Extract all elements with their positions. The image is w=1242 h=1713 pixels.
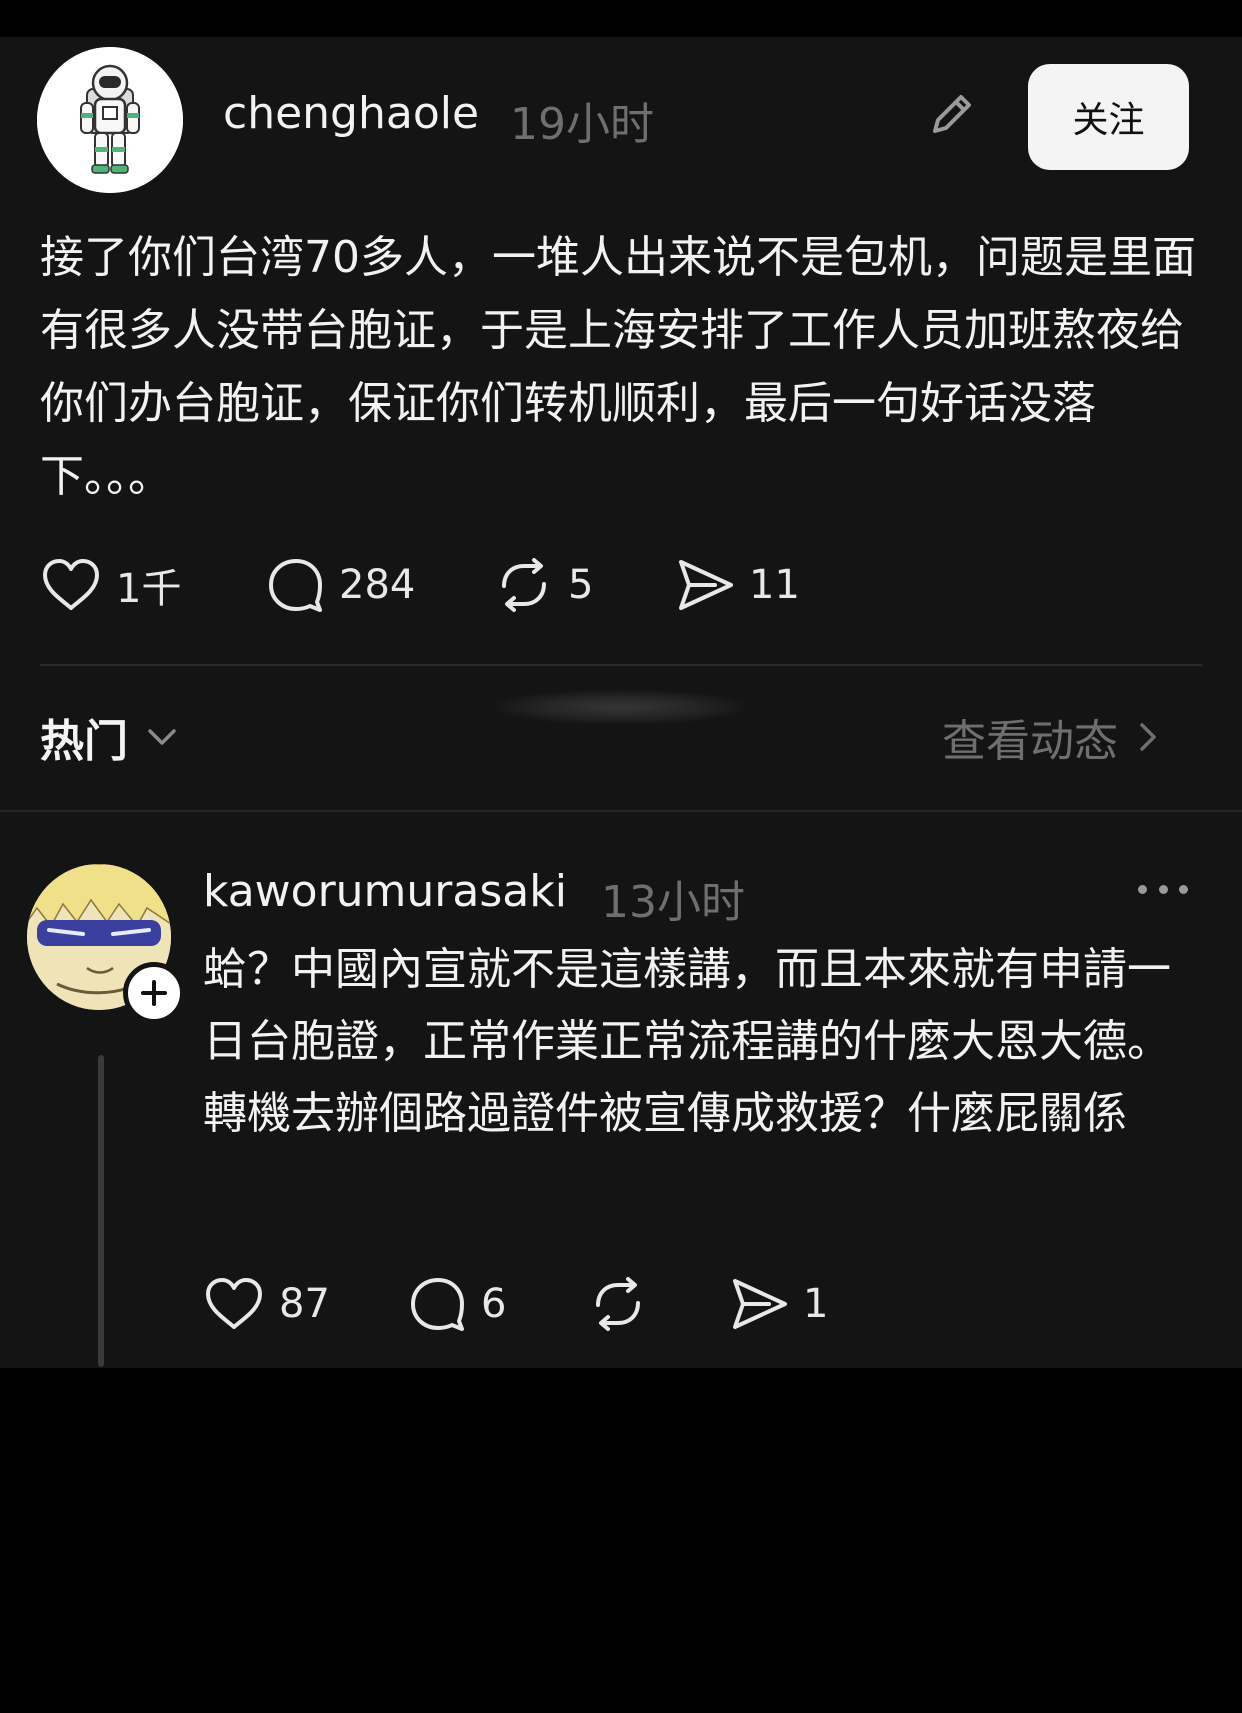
- reply-share-count: 1: [803, 1281, 829, 1327]
- sort-label: 热门: [40, 716, 128, 767]
- follow-button[interactable]: 关注: [1028, 64, 1189, 170]
- repost-arrows-icon: [502, 558, 546, 612]
- astronaut-avatar-icon: [37, 47, 183, 193]
- reply-comment-button[interactable]: 6: [407, 1274, 506, 1334]
- follow-plus-button[interactable]: [123, 962, 185, 1024]
- reply-body: 蛤？中國內宣就不是這樣講，而且本來就有申請一日台胞證，正常作業正常流程講的什麼大…: [203, 944, 1171, 1139]
- section-separator: [0, 810, 1242, 812]
- view-activity-link[interactable]: 查看动态: [942, 705, 1166, 769]
- like-count: 1千: [116, 566, 182, 612]
- author-avatar[interactable]: [37, 47, 183, 193]
- speech-bubble-icon: [411, 1278, 464, 1331]
- comment-button[interactable]: 284: [265, 555, 415, 615]
- share-count: 11: [749, 562, 800, 608]
- heart-icon: [206, 1278, 262, 1329]
- reply-username[interactable]: kaworumurasaki: [203, 866, 567, 917]
- edit-button[interactable]: [925, 87, 979, 141]
- heart-icon: [43, 559, 99, 610]
- reply-like-count: 87: [279, 1281, 330, 1327]
- repost-button[interactable]: 5: [494, 555, 593, 615]
- post-timestamp: 19小时: [510, 99, 654, 150]
- post-divider: [40, 664, 1202, 666]
- repost-arrows-icon: [596, 1277, 640, 1331]
- repost-count: 5: [568, 562, 594, 608]
- plus-icon: [141, 980, 167, 1006]
- share-button[interactable]: 11: [675, 555, 800, 615]
- sort-dropdown[interactable]: 热门: [40, 705, 182, 769]
- pencil-icon: [933, 95, 971, 133]
- view-activity-label: 查看动态: [942, 716, 1118, 767]
- send-icon: [679, 560, 733, 610]
- more-dots-icon: [1138, 884, 1188, 894]
- screen: chenghaole 19小时 关注 接了你们台湾70多人，一堆人出来说不是包机…: [0, 0, 1242, 1713]
- thread-line: [98, 1055, 104, 1367]
- send-icon: [733, 1279, 787, 1329]
- post-username[interactable]: chenghaole: [223, 88, 479, 139]
- reply-comment-count: 6: [481, 1281, 507, 1327]
- chevron-down-icon: [148, 729, 176, 745]
- post-body: 接了你们台湾70多人，一堆人出来说不是包机，问题是里面有很多人没带台胞证，于是上…: [40, 232, 1196, 502]
- blurred-overlay: [495, 690, 745, 724]
- reply-like-button[interactable]: 87: [203, 1274, 330, 1334]
- reply-share-button[interactable]: 1: [729, 1274, 828, 1334]
- chevron-right-icon: [1140, 723, 1156, 751]
- comment-count: 284: [339, 562, 416, 608]
- reply-repost-button[interactable]: [588, 1274, 648, 1334]
- speech-bubble-icon: [269, 559, 322, 612]
- more-options-button[interactable]: [1138, 874, 1188, 904]
- reply-timestamp: 13小时: [601, 877, 745, 928]
- like-button[interactable]: 1千: [40, 555, 181, 615]
